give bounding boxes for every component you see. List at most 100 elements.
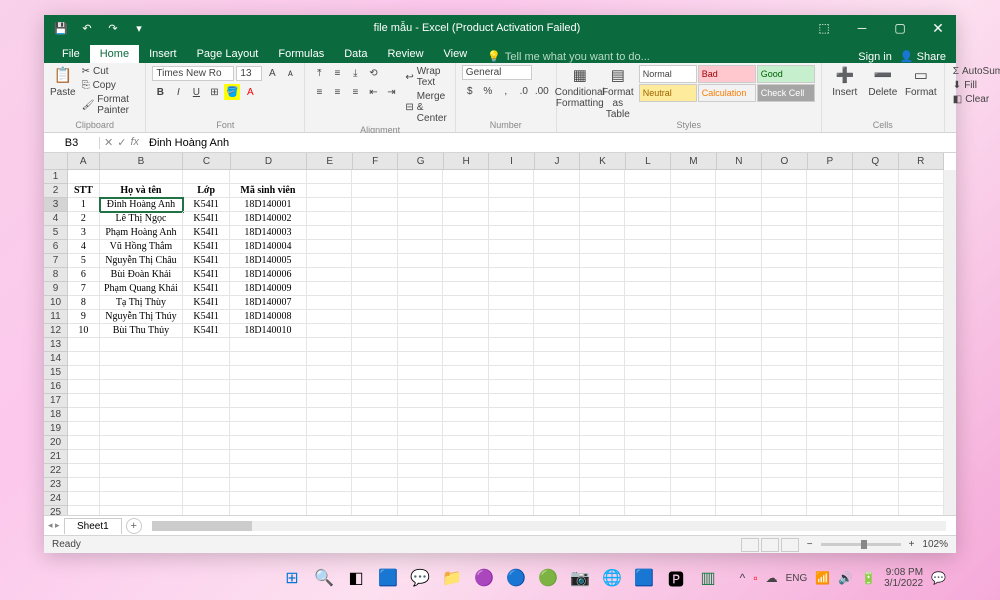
cell-G23[interactable]: [398, 478, 444, 492]
cell-I15[interactable]: [489, 366, 535, 380]
style-bad[interactable]: Bad: [698, 65, 756, 83]
col-header-A[interactable]: A: [68, 153, 100, 169]
style-neutral[interactable]: Neutral: [639, 84, 697, 102]
increase-font-icon[interactable]: A: [264, 65, 280, 81]
cell-E7[interactable]: [307, 254, 353, 268]
col-header-N[interactable]: N: [717, 153, 762, 169]
cell-H25[interactable]: [443, 506, 489, 515]
app-icon-2[interactable]: 🔵: [503, 565, 529, 591]
tab-insert[interactable]: Insert: [139, 45, 187, 63]
cell-G19[interactable]: [398, 422, 444, 436]
cell-M20[interactable]: [671, 436, 717, 450]
cell-H2[interactable]: [443, 184, 489, 198]
app-icon-4[interactable]: 🟦: [631, 565, 657, 591]
cell-F22[interactable]: [352, 464, 398, 478]
cell-I19[interactable]: [489, 422, 535, 436]
row-header[interactable]: 14: [44, 352, 67, 366]
column-headers[interactable]: ABCDEFGHIJKLMNOPQR: [68, 153, 944, 170]
cell-J16[interactable]: [534, 380, 580, 394]
cell-O1[interactable]: [762, 170, 808, 184]
cell-I10[interactable]: [489, 296, 535, 310]
row-header[interactable]: 17: [44, 394, 67, 408]
col-header-J[interactable]: J: [535, 153, 580, 169]
conditional-formatting-button[interactable]: ▦Conditional Formatting: [563, 65, 597, 109]
cell-J5[interactable]: [534, 226, 580, 240]
app-icon-3[interactable]: 🟢: [535, 565, 561, 591]
cell-F14[interactable]: [352, 352, 398, 366]
cell-A23[interactable]: [68, 478, 100, 492]
cell-Q25[interactable]: [853, 506, 899, 515]
cell-P20[interactable]: [807, 436, 853, 450]
cell-N8[interactable]: [716, 268, 762, 282]
cell-E16[interactable]: [307, 380, 353, 394]
cell-C6[interactable]: K54I1: [183, 240, 230, 254]
cell-O3[interactable]: [762, 198, 808, 212]
cell-N4[interactable]: [716, 212, 762, 226]
cell-I21[interactable]: [489, 450, 535, 464]
cell-M19[interactable]: [671, 422, 717, 436]
cell-P13[interactable]: [807, 338, 853, 352]
clear-button[interactable]: ◧Clear: [951, 93, 1000, 106]
cell-M3[interactable]: [671, 198, 717, 212]
cell-F25[interactable]: [352, 506, 398, 515]
cell-H16[interactable]: [443, 380, 489, 394]
close-button[interactable]: ✕: [920, 15, 956, 41]
cell-H18[interactable]: [443, 408, 489, 422]
cell-H7[interactable]: [443, 254, 489, 268]
cell-P15[interactable]: [807, 366, 853, 380]
cell-L18[interactable]: [625, 408, 671, 422]
app-icon-1[interactable]: 🟣: [471, 565, 497, 591]
cell-P2[interactable]: [807, 184, 853, 198]
cell-Q16[interactable]: [853, 380, 899, 394]
cell-B15[interactable]: [100, 366, 183, 380]
cell-P8[interactable]: [807, 268, 853, 282]
cell-B4[interactable]: Lê Thị Ngọc: [100, 212, 183, 226]
cell-M14[interactable]: [671, 352, 717, 366]
cell-N24[interactable]: [716, 492, 762, 506]
cell-O9[interactable]: [762, 282, 808, 296]
cell-R18[interactable]: [899, 408, 945, 422]
currency-icon[interactable]: $: [462, 83, 478, 99]
cell-H3[interactable]: [443, 198, 489, 212]
cell-E6[interactable]: [307, 240, 353, 254]
insert-cells-button[interactable]: ➕Insert: [828, 65, 862, 98]
zoom-thumb[interactable]: [861, 540, 867, 549]
cell-Q7[interactable]: [853, 254, 899, 268]
cell-C22[interactable]: [183, 464, 230, 478]
cell-J18[interactable]: [534, 408, 580, 422]
font-name-select[interactable]: Times New Ro: [152, 66, 234, 81]
cell-L23[interactable]: [625, 478, 671, 492]
cell-G15[interactable]: [398, 366, 444, 380]
cell-L14[interactable]: [625, 352, 671, 366]
undo-icon[interactable]: ↶: [78, 19, 96, 37]
cell-D22[interactable]: [230, 464, 306, 478]
cell-M2[interactable]: [671, 184, 717, 198]
cell-D12[interactable]: 18D140010: [230, 324, 306, 338]
cell-A17[interactable]: [68, 394, 100, 408]
cell-G25[interactable]: [398, 506, 444, 515]
cell-K17[interactable]: [580, 394, 626, 408]
cell-C25[interactable]: [183, 506, 230, 515]
col-header-L[interactable]: L: [626, 153, 671, 169]
cell-I18[interactable]: [489, 408, 535, 422]
cell-I25[interactable]: [489, 506, 535, 515]
cell-P21[interactable]: [807, 450, 853, 464]
cell-L12[interactable]: [625, 324, 671, 338]
cell-J23[interactable]: [534, 478, 580, 492]
cell-R9[interactable]: [899, 282, 945, 296]
col-header-C[interactable]: C: [183, 153, 230, 169]
cell-P11[interactable]: [807, 310, 853, 324]
cell-E25[interactable]: [307, 506, 353, 515]
cell-I14[interactable]: [489, 352, 535, 366]
row-header[interactable]: 9: [44, 282, 67, 296]
cell-M13[interactable]: [671, 338, 717, 352]
cell-A18[interactable]: [68, 408, 100, 422]
cell-E9[interactable]: [307, 282, 353, 296]
row-header[interactable]: 21: [44, 450, 67, 464]
language-indicator[interactable]: ENG: [786, 573, 808, 584]
cell-Q23[interactable]: [853, 478, 899, 492]
cell-A25[interactable]: [68, 506, 100, 515]
cell-G9[interactable]: [398, 282, 444, 296]
add-sheet-button[interactable]: +: [126, 518, 142, 534]
cell-A19[interactable]: [68, 422, 100, 436]
